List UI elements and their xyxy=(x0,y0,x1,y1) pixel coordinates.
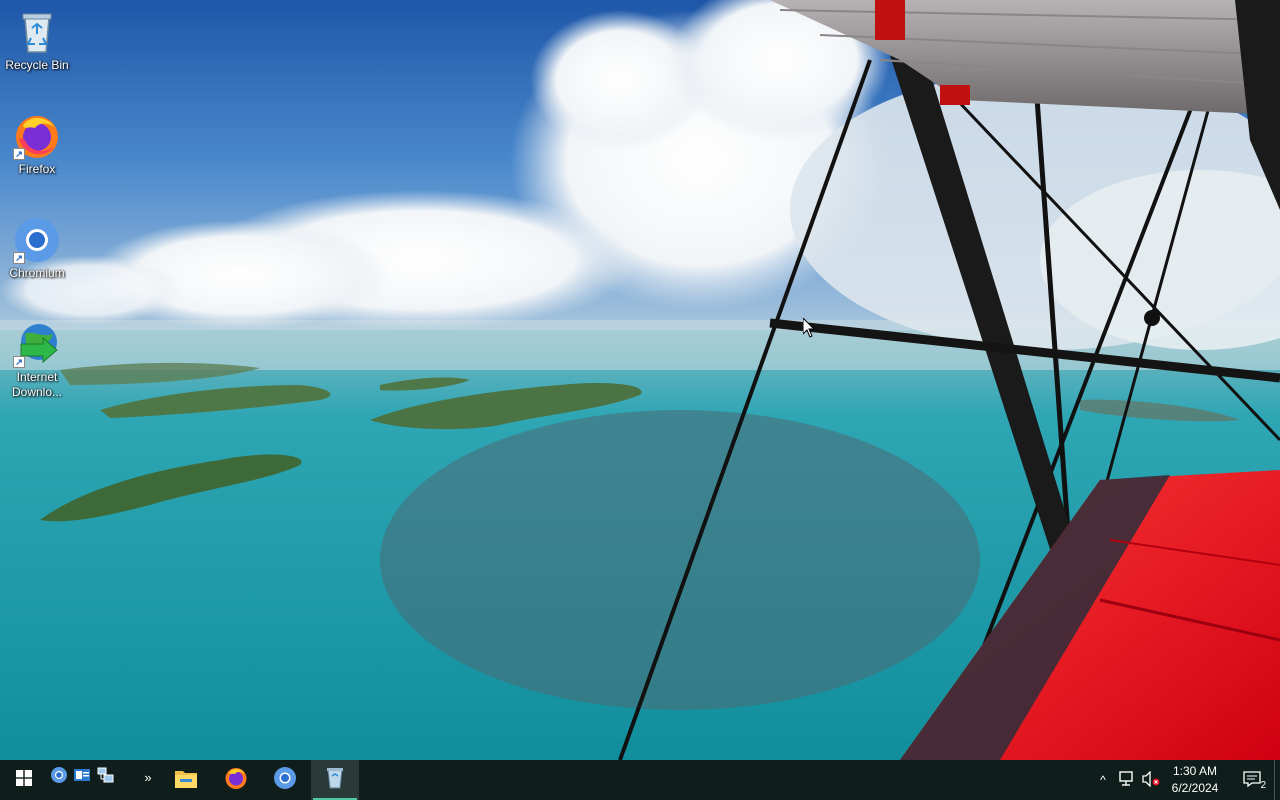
windows-start-icon xyxy=(16,769,32,791)
chromium-icon xyxy=(273,766,297,795)
shortcut-arrow-icon: ↗ xyxy=(13,148,25,160)
chevron-up-icon: ^ xyxy=(1100,773,1106,787)
notification-icon xyxy=(1243,770,1261,790)
overflow-chevron-icon: » xyxy=(144,769,152,785)
chromium-quick-icon xyxy=(50,766,68,789)
desktop-icon-firefox[interactable]: ↗ Firefox xyxy=(0,108,74,177)
taskbar-app-file-explorer[interactable] xyxy=(162,760,210,800)
taskbar-clock[interactable]: 1:30 AM 6/2/2024 xyxy=(1164,760,1226,800)
taskbar-app-chromium[interactable] xyxy=(261,760,309,800)
file-explorer-icon xyxy=(174,767,198,794)
shortcut-arrow-icon: ↗ xyxy=(13,356,25,368)
network-tray-button[interactable] xyxy=(1115,760,1139,800)
internet-download-manager-icon: ↗ xyxy=(13,320,61,368)
firefox-icon: ↗ xyxy=(13,112,61,160)
mouse-cursor-icon xyxy=(802,316,816,338)
action-center-button[interactable]: 2 xyxy=(1232,760,1272,800)
desktop-icon-label: Recycle Bin xyxy=(5,58,69,72)
shortcut-arrow-icon: ↗ xyxy=(13,252,25,264)
desktop-icon-internet-download-manager[interactable]: ↗ Internet Downlo... xyxy=(0,316,74,400)
firefox-icon xyxy=(224,766,248,795)
desktop-icon-label: Internet Downlo... xyxy=(11,370,63,399)
notification-count-badge: 2 xyxy=(1260,780,1266,791)
recycle-bin-icon xyxy=(326,767,344,794)
quick-launch-outlook[interactable] xyxy=(71,766,93,788)
taskbar-app-firefox[interactable] xyxy=(212,760,260,800)
network-quick-icon xyxy=(96,766,114,789)
network-icon xyxy=(1118,770,1136,790)
wallpaper-image xyxy=(0,0,1280,760)
clock-date: 6/2/2024 xyxy=(1171,781,1219,795)
desktop-icon-label: Chromium xyxy=(9,266,65,280)
show-hidden-icons-button[interactable]: ^ xyxy=(1092,760,1114,800)
desktop-icon-recycle-bin[interactable]: Recycle Bin xyxy=(0,4,74,73)
desktop-icon-chromium[interactable]: ↗ Chromium xyxy=(0,212,74,281)
taskbar: » ^ 1:30 AM 6/2/2024 2 xyxy=(0,760,1280,800)
quick-launch-network[interactable] xyxy=(94,766,116,788)
show-desktop-button[interactable] xyxy=(1274,760,1280,800)
taskbar-app-recycle-bin[interactable] xyxy=(311,760,359,800)
chromium-icon: ↗ xyxy=(13,216,61,264)
desktop-icon-label: Firefox xyxy=(18,162,56,176)
outlook-quick-icon xyxy=(73,766,91,789)
recycle-bin-icon xyxy=(13,8,61,56)
quick-launch-overflow-button[interactable]: » xyxy=(138,766,158,788)
start-button[interactable] xyxy=(0,760,48,800)
desktop-wallpaper xyxy=(0,0,1280,760)
quick-launch-chromium[interactable] xyxy=(48,766,70,788)
volume-tray-button[interactable] xyxy=(1139,760,1163,800)
clock-time: 1:30 AM xyxy=(1172,764,1218,778)
volume-muted-icon xyxy=(1141,769,1161,790)
